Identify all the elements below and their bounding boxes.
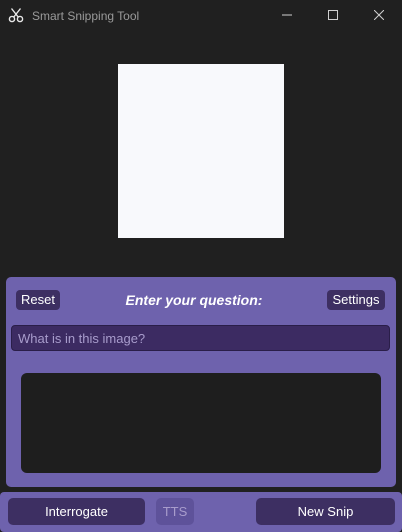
settings-button[interactable]: Settings [327,290,385,310]
new-snip-button[interactable]: New Snip [256,498,395,525]
window-title: Smart Snipping Tool [32,9,140,23]
bottom-toolbar: Interrogate TTS New Snip [0,492,402,532]
question-title: Enter your question: [125,292,263,308]
app-window: Smart Snipping Tool Reset Enter your que… [0,0,402,532]
close-button[interactable] [356,0,402,30]
tts-button[interactable]: TTS [156,498,194,525]
scissors-icon [8,8,24,23]
image-preview-area [0,30,402,272]
minimize-icon [282,14,292,16]
reset-button[interactable]: Reset [16,290,60,310]
snipped-image [118,64,284,238]
answer-output[interactable] [21,373,381,473]
close-icon [374,10,384,20]
maximize-icon [328,10,338,20]
interrogate-button[interactable]: Interrogate [8,498,145,525]
title-bar[interactable]: Smart Snipping Tool [0,0,402,30]
minimize-button[interactable] [264,0,310,30]
question-panel: Reset Enter your question: Settings [6,277,396,487]
question-input[interactable] [11,325,390,351]
maximize-button[interactable] [310,0,356,30]
